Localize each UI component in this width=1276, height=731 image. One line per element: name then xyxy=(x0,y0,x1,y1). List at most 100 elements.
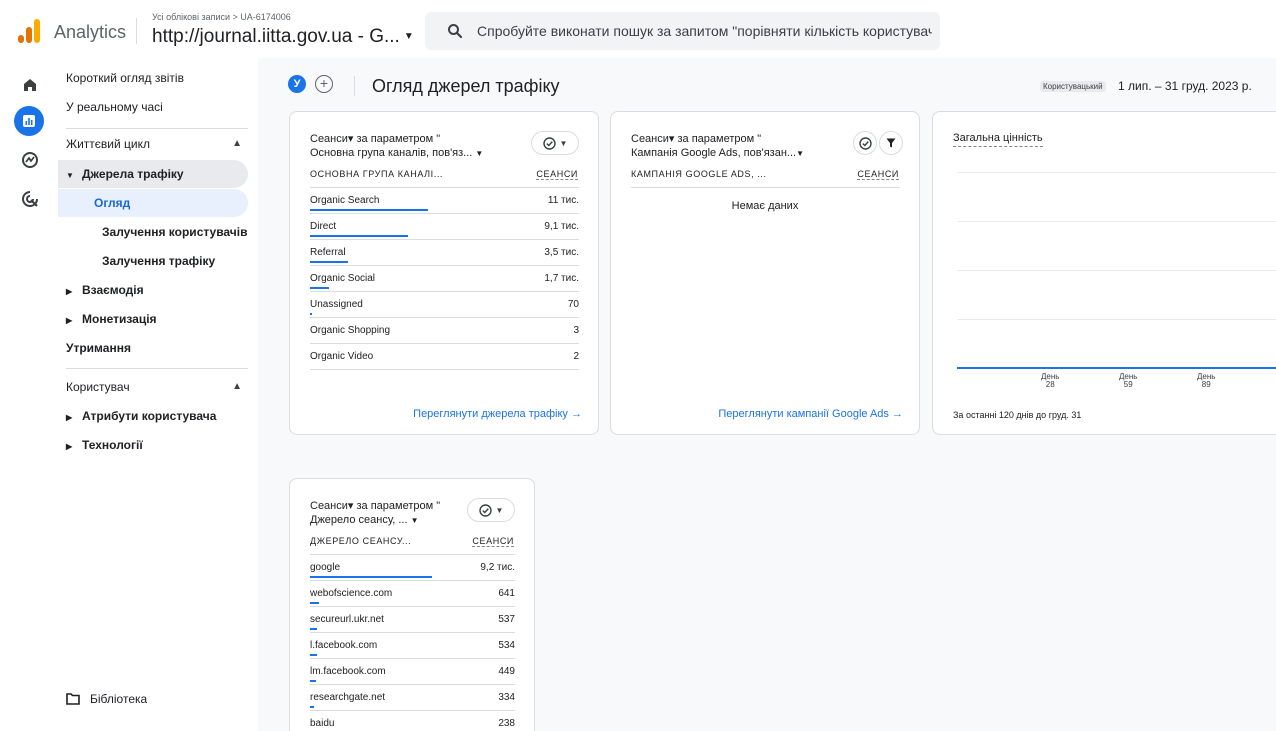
table-row[interactable]: Referral 3,5 тис. xyxy=(310,239,579,265)
property-selector[interactable]: http://journal.iitta.gov.ua - G... ▼ xyxy=(152,26,414,48)
nav-traffic-acquisition[interactable]: Залучення трафіку xyxy=(66,247,252,275)
explore-icon[interactable] xyxy=(17,147,43,173)
compare-toggle-button[interactable]: ▼ xyxy=(467,498,515,522)
row-share-bar xyxy=(310,209,428,211)
row-label: google xyxy=(310,562,341,573)
link-label: Переглянути кампанії Google Ads xyxy=(718,408,889,420)
row-label: Organic Shopping xyxy=(310,325,391,336)
table-row[interactable]: Organic Search 11 тис. xyxy=(310,187,579,213)
nav-user[interactable]: Користувач ▲ xyxy=(66,373,252,401)
grid-line xyxy=(957,319,1276,320)
table-row[interactable]: lm.facebook.com 449 xyxy=(310,658,515,684)
card-title[interactable]: Сеанси▾ за параметром " Джерело сеансу, … xyxy=(310,499,490,528)
row-label: Direct xyxy=(310,221,337,232)
table-row[interactable]: Organic Social 1,7 тис. xyxy=(310,265,579,291)
table-row[interactable]: Unassigned 70 xyxy=(310,291,579,317)
home-icon[interactable] xyxy=(17,72,43,98)
caret-down-icon: ▼ xyxy=(475,149,484,158)
row-label: Organic Video xyxy=(310,351,374,362)
nav-reports-snapshot[interactable]: Короткий огляд звітів xyxy=(66,64,252,92)
arrow-right-icon: → xyxy=(892,408,903,420)
account-breadcrumb[interactable]: Усі облікові записи > UA-6174006 xyxy=(152,12,291,22)
analytics-logo[interactable] xyxy=(18,19,40,43)
card-title[interactable]: Сеанси▾ за параметром " Кампанія Google … xyxy=(631,132,811,161)
row-share-bar xyxy=(310,628,317,630)
table-row[interactable]: webofscience.com 641 xyxy=(310,580,515,606)
nav-realtime[interactable]: У реальному часі xyxy=(66,93,252,121)
nav-lifecycle[interactable]: Життєвий цикл ▲ xyxy=(66,130,252,158)
check-circle-icon xyxy=(858,136,872,150)
nav-monetization[interactable]: ▶ Монетизація xyxy=(66,305,252,333)
nav-engagement-label: Взаємодія xyxy=(82,283,144,297)
card-title[interactable]: Сеанси▾ за параметром " Основна група ка… xyxy=(310,132,490,161)
search-input[interactable] xyxy=(477,12,932,50)
folder-icon xyxy=(66,693,80,705)
nav-retention[interactable]: Утримання xyxy=(66,334,252,362)
row-value: 537 xyxy=(498,614,515,625)
grid-line xyxy=(957,172,1276,173)
filter-button[interactable] xyxy=(879,131,903,155)
google-ads-card: Сеанси▾ за параметром " Кампанія Google … xyxy=(610,111,920,435)
column-header-dimension[interactable]: ОСНОВНА ГРУПА КАНАЛІ... xyxy=(310,169,443,179)
table-row[interactable]: Organic Video 2 xyxy=(310,343,579,369)
column-header-sessions[interactable]: СЕАНСИ xyxy=(857,169,899,180)
view-google-ads-link[interactable]: Переглянути кампанії Google Ads → xyxy=(718,408,903,420)
column-header-sessions[interactable]: СЕАНСИ xyxy=(536,169,578,180)
x-tick: День 89 xyxy=(1197,372,1216,389)
sidebar-nav: Короткий огляд звітів У реальному часі Ж… xyxy=(58,58,258,731)
row-label: Unassigned xyxy=(310,299,363,310)
card-title-line1: Сеанси▾ за параметром " xyxy=(310,500,441,512)
chart-title[interactable]: Загальна цінність xyxy=(953,132,1043,147)
row-share-bar xyxy=(310,287,329,289)
triangle-down-icon: ▼ xyxy=(66,171,74,180)
table-row[interactable]: Direct 9,1 тис. xyxy=(310,213,579,239)
nav-tech[interactable]: ▶ Технології xyxy=(66,431,252,459)
compare-toggle-button[interactable]: ▼ xyxy=(531,131,579,155)
table-row[interactable]: baidu 238 xyxy=(310,710,515,731)
series-line xyxy=(957,367,1276,369)
row-share-bar xyxy=(310,576,432,578)
caret-down-icon: ▼ xyxy=(403,31,414,43)
page-header: У + Огляд джерел трафіку Користувацький … xyxy=(258,58,1276,112)
row-share-bar xyxy=(310,313,312,315)
lifetime-value-card: Загальна цінність День 28 День 59 День 89 З… xyxy=(932,111,1276,435)
property-name: http://journal.iitta.gov.ua - G... xyxy=(152,26,400,47)
row-value: 3 xyxy=(573,325,579,336)
column-header-dimension[interactable]: КАМПАНІЯ GOOGLE ADS, ... xyxy=(631,169,767,179)
nav-overview[interactable]: Огляд xyxy=(58,189,248,217)
table-row[interactable]: google 9,2 тис. xyxy=(310,554,515,580)
check-circle-icon xyxy=(478,503,492,517)
table-row[interactable]: secureurl.ukr.net 537 xyxy=(310,606,515,632)
comparison-avatar[interactable]: У xyxy=(288,75,306,93)
triangle-right-icon: ▶ xyxy=(66,442,73,451)
compare-toggle-button[interactable] xyxy=(853,131,877,155)
page-title: Огляд джерел трафіку xyxy=(372,76,560,96)
table-row[interactable]: l.facebook.com 534 xyxy=(310,632,515,658)
caret-down-icon: ▼ xyxy=(410,516,419,525)
date-range-picker[interactable]: 1 лип. – 31 груд. 2023 р. xyxy=(1118,79,1252,93)
grid-line xyxy=(957,221,1276,222)
table-row[interactable]: Organic Shopping 3 xyxy=(310,317,579,343)
table-row[interactable]: researchgate.net 334 xyxy=(310,684,515,710)
column-header-sessions[interactable]: СЕАНСИ xyxy=(472,536,514,547)
row-share-bar xyxy=(310,706,314,708)
chart-footnote: За останні 120 днів до груд. 31 xyxy=(953,410,1082,420)
triangle-right-icon: ▶ xyxy=(66,287,73,296)
view-traffic-sources-link[interactable]: Переглянути джерела трафіку → xyxy=(413,408,582,420)
nav-engagement[interactable]: ▶ Взаємодія xyxy=(66,276,252,304)
nav-user-attributes[interactable]: ▶ Атрибути користувача xyxy=(66,402,252,430)
row-label: baidu xyxy=(310,718,335,729)
column-header-dimension[interactable]: ДЖЕРЕЛО СЕАНСУ... xyxy=(310,536,411,546)
row-share-bar xyxy=(310,235,408,237)
grid-line xyxy=(957,270,1276,271)
nav-acquisition[interactable]: ▼ Джерела трафіку xyxy=(58,160,248,188)
add-comparison-icon[interactable]: + xyxy=(315,75,333,93)
search-bar[interactable] xyxy=(425,12,940,50)
nav-user-acquisition[interactable]: Залучення користувачів xyxy=(66,218,252,246)
card-title-line1: Сеанси▾ за параметром " xyxy=(310,133,441,145)
reports-icon[interactable] xyxy=(14,106,44,136)
row-value: 9,1 тис. xyxy=(544,221,579,232)
advertising-icon[interactable] xyxy=(17,186,43,212)
nav-library[interactable]: Бібліотека xyxy=(66,692,147,706)
triangle-right-icon: ▶ xyxy=(66,413,73,422)
